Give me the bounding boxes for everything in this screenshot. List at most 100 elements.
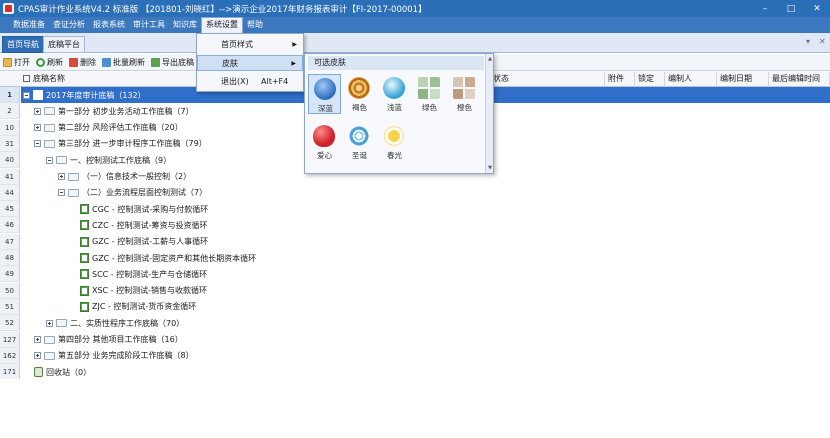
column-date[interactable]: 编制日期	[717, 72, 769, 87]
batch-refresh-icon	[102, 57, 111, 67]
tree-cell[interactable]: SCC - 控制测试-生产与仓储循环	[21, 266, 830, 282]
folder-icon	[56, 156, 67, 165]
skin-brown[interactable]: 褐色	[343, 74, 376, 114]
tree-cell[interactable]: CZC - 控制测试-筹资与投资循环	[21, 217, 830, 233]
tree-row-label: GZC - 控制测试-固定资产和其他长期资本循环	[92, 253, 257, 263]
skins-panel-title: 可选皮肤	[308, 56, 484, 70]
expand-icon[interactable]	[34, 352, 41, 360]
tree-row[interactable]: 171 回收站（0）	[0, 364, 830, 381]
menu-help[interactable]: 帮助	[243, 17, 267, 33]
menu-knowledge-base[interactable]: 知识库	[169, 17, 201, 33]
maximize-button[interactable]: □	[778, 0, 804, 17]
open-label: 打开	[14, 57, 30, 67]
exit-shortcut: Alt+F4	[261, 77, 289, 86]
tree-row[interactable]: 51 ZJC - 控制测试-货币资金循环	[0, 298, 830, 315]
open-button[interactable]: 打开	[3, 57, 30, 68]
skins-scrollbar[interactable]: ▲ ▼	[485, 54, 493, 173]
tree-row[interactable]: 44 （二）业务流程层面控制测试（7）	[0, 184, 830, 201]
menu-item-exit[interactable]: 退出(X) Alt+F4	[197, 74, 303, 90]
menu-system-settings[interactable]: 系统设置	[201, 17, 243, 33]
document-tabs: 首页导航 底稿平台 ▾ ✕	[0, 33, 830, 53]
skin-deep-blue[interactable]: 深蓝	[308, 74, 341, 114]
tree-cell[interactable]: GZC - 控制测试-工薪与人事循环	[21, 234, 830, 250]
skin-love[interactable]: 爱心	[308, 122, 341, 162]
refresh-button[interactable]: 刷新	[36, 57, 63, 68]
menu-item-skin[interactable]: 皮肤 ▶	[197, 55, 303, 71]
menu-audit-tools[interactable]: 审计工具	[129, 17, 169, 33]
tree-row[interactable]: 46 CZC - 控制测试-筹资与投资循环	[0, 217, 830, 234]
row-number: 171	[0, 364, 20, 381]
tree-row[interactable]: 52 二、实质性程序工作底稿（70）	[0, 315, 830, 332]
column-lock[interactable]: 锁定	[635, 72, 665, 87]
workpaper-icon	[80, 269, 89, 280]
skin-green[interactable]: 绿色	[413, 74, 446, 114]
tree-cell[interactable]: 回收站（0）	[21, 364, 830, 380]
close-window-button[interactable]: ✕	[804, 0, 830, 17]
close-tab-icon[interactable]: ✕	[819, 37, 826, 46]
tree-row[interactable]: 47 GZC - 控制测试-工薪与人事循环	[0, 233, 830, 250]
tree-cell[interactable]: CGC - 控制测试-采购与付款循环	[21, 201, 830, 217]
row-number: 48	[0, 250, 20, 266]
export-button[interactable]: 导出底稿	[151, 57, 194, 68]
tree-cell[interactable]: 第四部分 其他项目工作底稿（16）	[21, 332, 830, 348]
expand-icon[interactable]	[46, 319, 53, 327]
tree-row[interactable]: 49 SCC - 控制测试-生产与仓储循环	[0, 266, 830, 283]
tree-cell[interactable]: （二）业务流程层面控制测试（7）	[21, 185, 830, 201]
expand-icon[interactable]	[34, 124, 41, 132]
tree-cell[interactable]: ZJC - 控制测试-货币资金循环	[21, 299, 830, 315]
skins-panel: 可选皮肤 ▲ ▼ 深蓝 褐色 浅蓝 绿色 橙色 爱心 圣诞 春光	[304, 53, 494, 174]
skin-label: 圣诞	[352, 151, 367, 160]
delete-button[interactable]: 删除	[69, 57, 96, 68]
row-number: 50	[0, 282, 20, 299]
collapse-icon[interactable]	[46, 156, 53, 164]
expand-icon[interactable]	[58, 173, 65, 180]
column-last-edit[interactable]: 最后编辑时间	[769, 72, 830, 87]
skin-orange[interactable]: 橙色	[448, 74, 481, 114]
column-attachment[interactable]: 附件	[605, 72, 635, 87]
tree-row[interactable]: 162 第五部分 业务完成阶段工作底稿（8）	[0, 347, 830, 364]
collapse-icon[interactable]	[58, 189, 65, 197]
tree-cell[interactable]: 二、实质性程序工作底稿（70）	[21, 315, 830, 331]
tree-row[interactable]: 50 XSC - 控制测试-销售与收款循环	[0, 282, 830, 299]
tree-cell[interactable]: 第五部分 业务完成阶段工作底稿（8）	[21, 348, 830, 364]
column-status[interactable]: 状态	[490, 72, 605, 87]
collapse-icon[interactable]	[34, 140, 41, 148]
tree-cell[interactable]: XSC - 控制测试-销售与收款循环	[21, 283, 830, 299]
workpaper-icon	[80, 220, 89, 231]
menu-data-prep[interactable]: 数据准备	[9, 17, 49, 33]
menu-report-system[interactable]: 报表系统	[89, 17, 129, 33]
expand-icon[interactable]	[34, 107, 41, 115]
tab-workpaper-platform[interactable]: 底稿平台	[43, 36, 85, 53]
column-author[interactable]: 编制人	[665, 72, 717, 87]
skin-christmas[interactable]: 圣诞	[343, 122, 376, 162]
tree-row[interactable]: 45 CGC - 控制测试-采购与付款循环	[0, 201, 830, 218]
tree-row-label: 2017年度审计底稿（132）	[46, 90, 146, 100]
scroll-up-icon[interactable]: ▲	[487, 56, 493, 62]
batch-refresh-button[interactable]: 批量刷新	[102, 57, 145, 68]
tree-row[interactable]: 48 GZC - 控制测试-固定资产和其他长期资本循环	[0, 250, 830, 266]
tree-row-label: 第二部分 风险评估工作底稿（20）	[58, 123, 183, 133]
tree-row-label: （二）业务流程层面控制测试（7）	[82, 188, 208, 198]
flower-swatch-icon	[383, 125, 405, 147]
row-number: 162	[0, 347, 20, 364]
delete-icon	[69, 57, 78, 67]
skin-light-blue[interactable]: 浅蓝	[378, 74, 411, 114]
tab-home-nav[interactable]: 首页导航	[2, 36, 44, 53]
tab-list-dropdown-icon[interactable]: ▾	[806, 37, 810, 46]
snowflake-swatch-icon	[348, 125, 370, 147]
green-swatch-icon	[418, 77, 440, 99]
scroll-down-icon[interactable]: ▼	[487, 165, 493, 171]
tree-cell[interactable]: GZC - 控制测试-固定资产和其他长期资本循环	[21, 250, 830, 266]
folder-icon	[44, 335, 55, 344]
collapse-icon[interactable]	[23, 91, 30, 99]
menu-verification[interactable]: 查证分析	[49, 17, 89, 33]
expand-icon[interactable]	[34, 336, 41, 343]
window-controls: – □ ✕	[752, 0, 830, 17]
menu-item-homepage-style[interactable]: 首页样式 ▶	[197, 37, 303, 53]
row-number: 40	[0, 152, 20, 169]
skin-spring[interactable]: 春光	[378, 122, 411, 162]
minimize-button[interactable]: –	[752, 0, 778, 17]
row-number: 1	[0, 87, 20, 103]
export-icon	[151, 57, 160, 67]
tree-row[interactable]: 127 第四部分 其他项目工作底稿（16）	[0, 331, 830, 348]
